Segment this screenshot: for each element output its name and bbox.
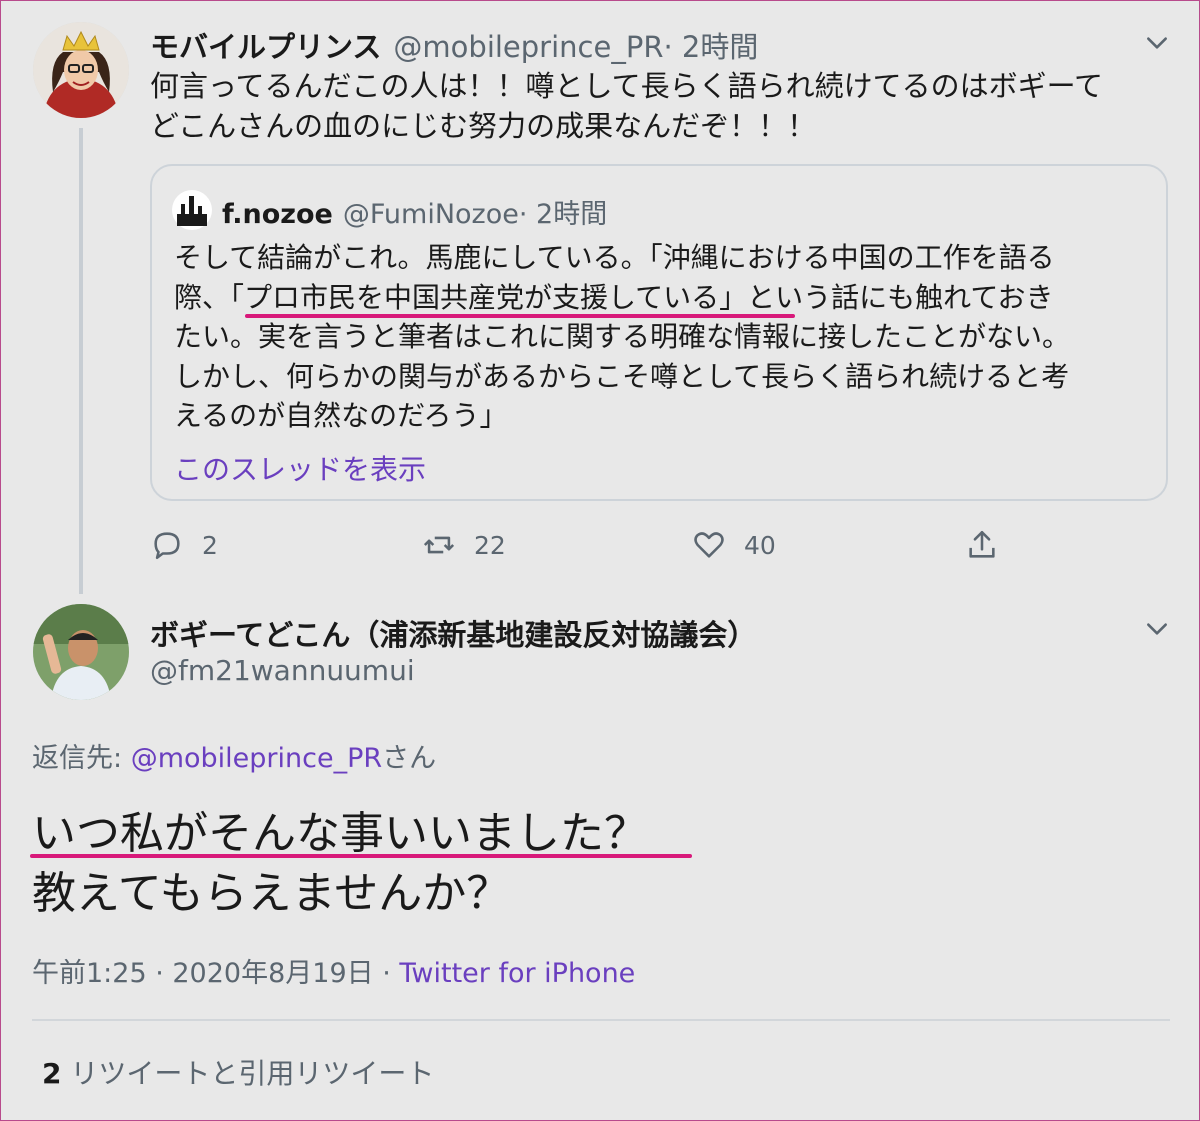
retweet-button[interactable]: 22 [422, 528, 506, 562]
avatar-fm21wannuumui[interactable] [33, 604, 129, 700]
reply-count: 2 [202, 530, 218, 560]
quoted-tweet-card[interactable]: f.nozoe @FumiNozoe · 2時間 そして結論がこれ。馬鹿にしてい… [150, 164, 1168, 501]
replying-prefix: 返信先: [32, 743, 131, 774]
like-button[interactable]: 40 [692, 528, 776, 562]
quote-line: たい。実を言うと筆者はこれに関する明確な情報に接したことがない。 [174, 320, 1071, 353]
reply-icon [154, 532, 180, 560]
share-button[interactable] [965, 528, 999, 562]
quote-line: 際、「プロ市民を中国共産党が支援している」という話にも触れておき [174, 280, 1054, 314]
highlight-underline-reply [30, 854, 692, 858]
quote-text: そして結論がこれ。馬鹿にしている。「沖縄における中国の工作を語る 際、「プロ市民… [174, 238, 1070, 436]
replying-suffix: さん [382, 743, 437, 774]
retweet-count: 22 [474, 530, 506, 560]
tweet1-handle[interactable]: @mobileprince_PR [393, 30, 663, 64]
quote-time: · 2時間 [518, 199, 608, 230]
quote-line: しかし、何らかの関与があるからこそ噂として長らく語られ続けると考 [174, 359, 1070, 393]
thread-connector-line [79, 128, 83, 594]
quote-avatar-icon [172, 190, 212, 230]
tweet1-header: モバイルプリンス @mobileprince_PR · 2時間 [150, 24, 758, 66]
tweet1-text-line2: どこんさんの血のにじむ努力の成果なんだぞ！！！ [150, 109, 817, 143]
quote-header: f.nozoe @FumiNozoe · 2時間 [222, 192, 607, 231]
replying-mention-link[interactable]: @mobileprince_PR [131, 743, 382, 774]
stats-retweet-label: リツイートと引用リツイート [61, 1057, 435, 1090]
tweet1-action-bar: 2 22 40 [150, 528, 1050, 568]
quote-handle: @FumiNozoe [342, 199, 519, 230]
quote-line: えるのが自然なのだろう」 [174, 399, 508, 432]
quote-display-name: f.nozoe [222, 199, 333, 230]
tweet2-handle[interactable]: @fm21wannuumui [150, 654, 415, 687]
retweet-icon [423, 536, 455, 554]
heart-icon [694, 532, 724, 558]
chevron-down-icon[interactable] [1144, 616, 1170, 642]
tweet2-text-line2: 教えてもらえませんか？ [32, 868, 511, 919]
avatar-image [33, 22, 129, 118]
tweet2-timestamp[interactable]: 午前1:25 · 2020年8月19日 · [32, 958, 399, 989]
retweet-stats[interactable]: 2 リツイートと引用リツイート [42, 1052, 434, 1092]
tweet1-text-line1: 何言ってるんだこの人は！！噂として長らく語られ続けてるのはボギーて [150, 69, 1103, 103]
divider [32, 1019, 1170, 1021]
quote-line: そして結論がこれ。馬鹿にしている。「沖縄における中国の工作を語る [174, 241, 1055, 274]
tweet2-meta: 午前1:25 · 2020年8月19日 · Twitter for iPhone [32, 951, 635, 990]
stats-retweet-count: 2 [42, 1057, 62, 1090]
replying-to: 返信先: @mobileprince_PRさん [32, 736, 436, 775]
highlight-underline-quote [245, 314, 795, 318]
tweet2-source-link[interactable]: Twitter for iPhone [399, 958, 635, 989]
tweet1-display-name[interactable]: モバイルプリンス [150, 24, 381, 66]
reply-button[interactable]: 2 [150, 528, 218, 562]
show-thread-link[interactable]: このスレッドを表示 [174, 448, 426, 488]
avatar-image [33, 604, 129, 700]
tweet2-text: いつ私がそんな事いいました？ 教えてもらえませんか？ [32, 804, 648, 924]
like-count: 40 [744, 530, 776, 560]
tweet1-time[interactable]: · 2時間 [663, 24, 758, 66]
share-icon [969, 530, 995, 558]
chevron-down-icon[interactable] [1144, 30, 1170, 56]
avatar-mobileprince[interactable] [33, 22, 129, 118]
tweet2-display-name[interactable]: ボギーてどこん（浦添新基地建設反対協議会） [150, 612, 756, 654]
